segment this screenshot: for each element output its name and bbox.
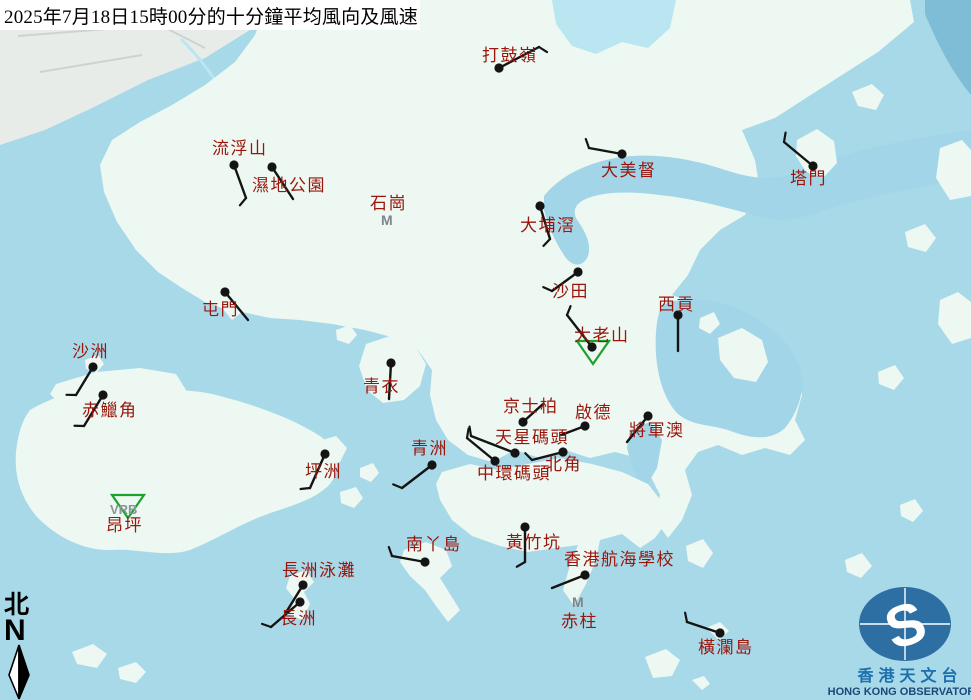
station-dot	[715, 628, 724, 637]
station-dot	[267, 162, 276, 171]
station-label: 西貢	[658, 295, 695, 315]
station-label: 南丫島	[406, 535, 462, 555]
station-dot	[229, 160, 238, 169]
station-label: 赤鱲角	[82, 401, 138, 421]
station-label: 塔門	[790, 169, 827, 189]
station-dot	[518, 417, 527, 426]
station-label: 赤柱	[561, 612, 598, 632]
station-dot	[420, 557, 429, 566]
station-label: 沙田	[552, 282, 589, 302]
map-title: 2025年7月18日15時00分的十分鐘平均風向及風速	[0, 2, 418, 29]
station-dot	[220, 287, 229, 296]
hong-kong-map: 打鼓嶺流浮山濕地公園M石崗大美督塔門大埔滘沙田屯門西貢大老山沙洲赤鱲角青衣京士柏…	[0, 0, 971, 700]
station-label: 屯門	[202, 300, 239, 320]
station-label: 橫瀾島	[698, 638, 754, 658]
station-label: 啟德	[575, 403, 612, 423]
variable-wind-marker: VRB	[110, 502, 137, 517]
wind-barb-tick	[784, 133, 786, 142]
station-dot	[98, 390, 107, 399]
station-dot	[88, 362, 97, 371]
wind-barb-tick	[301, 488, 310, 489]
station-label: 沙洲	[72, 342, 109, 362]
station-label: 黃竹坑	[506, 533, 562, 553]
station-label: 大埔滘	[520, 216, 576, 236]
station-dot	[295, 597, 304, 606]
station-label: 香港航海學校	[564, 550, 675, 570]
hko-logo-name-cn: 香港天文台	[856, 666, 962, 685]
station-dot	[298, 580, 307, 589]
station-label: 濕地公園	[252, 176, 326, 196]
wind-barb-tick	[470, 427, 471, 436]
maintenance-marker: M	[572, 594, 584, 610]
map-title-bar: 2025年7月18日15時00分的十分鐘平均風向及風速	[0, 0, 420, 30]
station-label: 青洲	[411, 439, 448, 459]
station-label: 京士柏	[503, 397, 559, 417]
station-dot	[580, 570, 589, 579]
station-dot	[427, 460, 436, 469]
station-label: 流浮山	[212, 139, 268, 159]
station-label: 大美督	[601, 161, 657, 181]
station-label: 坪洲	[305, 462, 342, 482]
station-dot	[617, 149, 626, 158]
wind-barb-tick	[467, 429, 469, 438]
station-label: 青衣	[363, 377, 400, 397]
station-label: 昂坪	[106, 516, 143, 536]
station-label: 北角	[545, 455, 582, 475]
station-label: 天星碼頭	[495, 428, 569, 448]
compass-n-label: N	[4, 614, 26, 647]
station-label: 石崗	[370, 194, 407, 214]
maintenance-marker: M	[381, 212, 393, 228]
station-label: 打鼓嶺	[482, 46, 538, 66]
station-dot	[386, 358, 395, 367]
station-dot	[510, 448, 519, 457]
station-label: 大老山	[574, 326, 630, 346]
hko-logo-name-en: HONG KONG OBSERVATORY	[828, 686, 971, 698]
station-dot	[573, 267, 582, 276]
wind-map-screen: 打鼓嶺流浮山濕地公園M石崗大美督塔門大埔滘沙田屯門西貢大老山沙洲赤鱲角青衣京士柏…	[0, 0, 971, 700]
station-label: 長洲	[280, 609, 317, 629]
station-dot	[643, 411, 652, 420]
station-label: 長洲泳灘	[282, 561, 356, 581]
station-dot	[320, 449, 329, 458]
station-label: 將軍澳	[629, 421, 685, 441]
station-dot	[520, 522, 529, 531]
station-dot	[535, 201, 544, 210]
station-label: 中環碼頭	[477, 464, 551, 484]
